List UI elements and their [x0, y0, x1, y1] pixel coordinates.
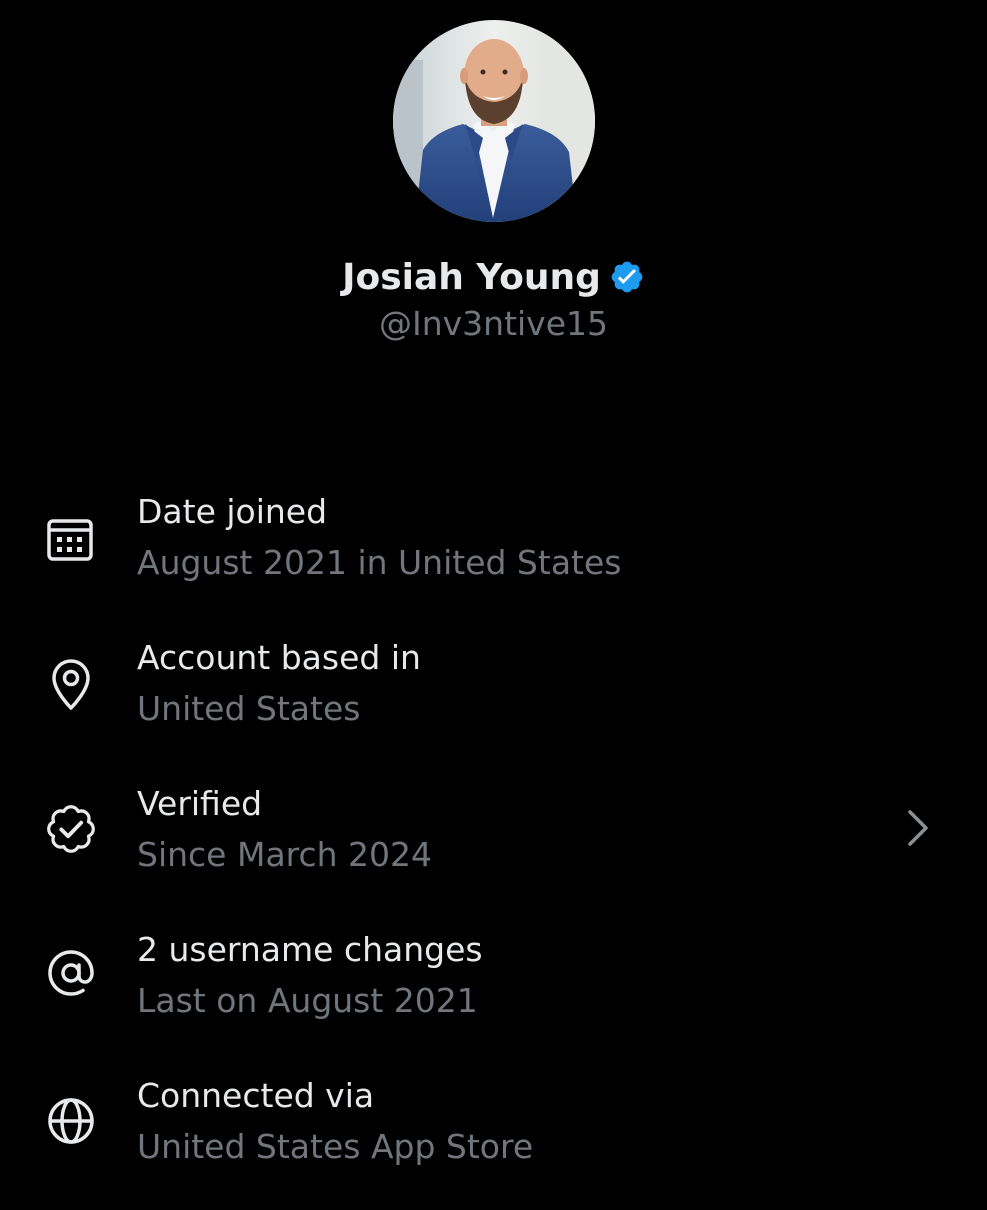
profile-avatar[interactable] [393, 20, 595, 222]
profile-name-row: Josiah Young [0, 250, 987, 304]
detail-row-connected-via: Connected via United States App Store [0, 1070, 987, 1210]
detail-value: Since March 2024 [137, 835, 433, 874]
detail-title: 2 username changes [137, 930, 483, 969]
detail-value: United States [137, 689, 361, 728]
verified-badge-icon[interactable] [609, 259, 645, 295]
chevron-right-icon[interactable] [896, 806, 940, 850]
detail-title: Verified [137, 784, 263, 823]
profile-handle: @Inv3ntive15 [378, 304, 609, 343]
verified-outline-icon [42, 800, 100, 858]
at-sign-icon [42, 944, 100, 1002]
detail-row-account-based-in: Account based in United States [0, 632, 987, 772]
calendar-icon [42, 512, 100, 570]
detail-row-date-joined: Date joined August 2021 in United States [0, 486, 987, 626]
detail-row-verified[interactable]: Verified Since March 2024 [0, 778, 987, 918]
detail-value: United States App Store [137, 1127, 534, 1166]
detail-title: Connected via [137, 1076, 375, 1115]
globe-icon [42, 1092, 100, 1150]
avatar-image [393, 20, 595, 222]
detail-title: Account based in [137, 638, 421, 677]
detail-value: August 2021 in United States [137, 543, 622, 582]
detail-value: Last on August 2021 [137, 981, 478, 1020]
display-name: Josiah Young [342, 256, 601, 298]
detail-title: Date joined [137, 492, 328, 531]
location-pin-icon [42, 656, 100, 714]
detail-row-username-changes: 2 username changes Last on August 2021 [0, 924, 987, 1064]
